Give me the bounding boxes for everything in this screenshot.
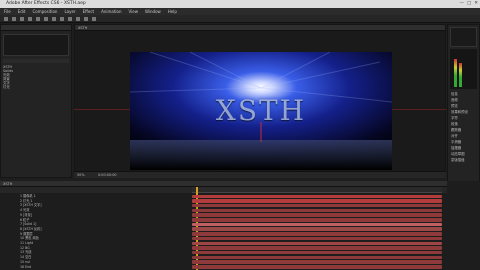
layer-stack: 1 摄像机 1 2 灯光 1 3 [XSTH 文字] 4 光效 5 [背景] 6… [0, 194, 447, 270]
menu-effect[interactable]: Effect [83, 8, 95, 15]
layer-duration-bar[interactable] [192, 203, 442, 208]
window-controls: — □ ✕ [459, 0, 478, 8]
project-list: XSTH Solids 光效 背景 文字 灯光 [1, 63, 71, 91]
layer-duration-bar[interactable] [192, 250, 442, 255]
menu-view[interactable]: View [129, 8, 139, 15]
layer-duration-bar[interactable] [192, 213, 442, 217]
window-title: Adobe After Effects CS6 - XSTH.aep [6, 1, 86, 6]
info-readout [450, 27, 477, 47]
brush-tool-icon[interactable] [76, 17, 80, 21]
minimize-icon[interactable]: — [459, 0, 464, 8]
layer-duration-bar[interactable] [192, 222, 442, 227]
layer-duration-bar[interactable] [192, 208, 442, 213]
reflection-floor [130, 140, 392, 170]
pan-tool-icon[interactable] [44, 17, 48, 21]
layer-duration-bar[interactable] [192, 232, 442, 236]
menu-animation[interactable]: Animation [101, 8, 121, 15]
layer-duration-bar[interactable] [192, 241, 442, 246]
composition-title-text: XSTH [215, 94, 307, 127]
rectangle-tool-icon[interactable] [52, 17, 56, 21]
close-icon[interactable]: ✕ [474, 0, 478, 8]
menu-help[interactable]: Help [168, 8, 177, 15]
eraser-tool-icon[interactable] [92, 17, 96, 21]
audio-meter-left [454, 59, 457, 87]
composition-tab[interactable]: XSTH [75, 25, 445, 31]
menu-file[interactable]: File [4, 8, 11, 15]
composition-timecode[interactable]: 0:00:00:00 [98, 173, 117, 177]
layer-duration-bar[interactable] [192, 236, 442, 241]
menu-bar: File Edit Composition Layer Effect Anima… [0, 8, 480, 15]
window-title-bar: Adobe After Effects CS6 - XSTH.aep — □ ✕ [0, 0, 480, 8]
maximize-icon[interactable]: □ [467, 0, 471, 8]
timeline-panel: XSTH 1 摄像机 1 2 灯光 1 3 [XSTH 文字] 4 光效 5 [… [0, 181, 480, 270]
project-panel: XSTH Solids 光效 背景 文字 灯光 [0, 24, 72, 178]
project-preview-thumb [3, 34, 69, 56]
hand-tool-icon[interactable] [12, 17, 16, 21]
project-panel-header [1, 25, 71, 31]
layer-row[interactable]: 16 End [0, 265, 190, 270]
menu-edit[interactable]: Edit [18, 8, 26, 15]
panel-mask-interpolation[interactable]: 蒙版插值 [448, 157, 479, 163]
selection-tool-icon[interactable] [4, 17, 8, 21]
layer-duration-bar[interactable] [192, 255, 442, 260]
menu-layer[interactable]: Layer [64, 8, 75, 15]
layer-duration-bar[interactable] [192, 194, 442, 199]
composition-viewer: XSTH [130, 52, 392, 170]
pen-tool-icon[interactable] [60, 17, 64, 21]
audio-meter-right [459, 63, 462, 87]
clone-tool-icon[interactable] [84, 17, 88, 21]
time-ruler[interactable] [192, 187, 442, 193]
menu-composition[interactable]: Composition [32, 8, 57, 15]
camera-tool-icon[interactable] [36, 17, 40, 21]
text-tool-icon[interactable] [68, 17, 72, 21]
layer-duration-bar[interactable] [192, 199, 442, 203]
zoom-tool-icon[interactable] [20, 17, 24, 21]
layer-duration-bar[interactable] [192, 265, 442, 269]
rotate-tool-icon[interactable] [28, 17, 32, 21]
layer-duration-bar[interactable] [192, 218, 442, 222]
project-item[interactable]: 灯光 [3, 85, 69, 89]
layer-duration-bar[interactable] [192, 260, 442, 264]
zoom-level[interactable]: 50% [77, 173, 85, 177]
layer-duration-bar[interactable] [192, 227, 442, 231]
tools-bar [0, 15, 480, 23]
menu-window[interactable]: Window [145, 8, 161, 15]
layer-duration-bar[interactable] [192, 246, 442, 250]
composition-footer: 50% 0:00:00:00 [74, 171, 446, 178]
audio-meter [450, 49, 477, 89]
